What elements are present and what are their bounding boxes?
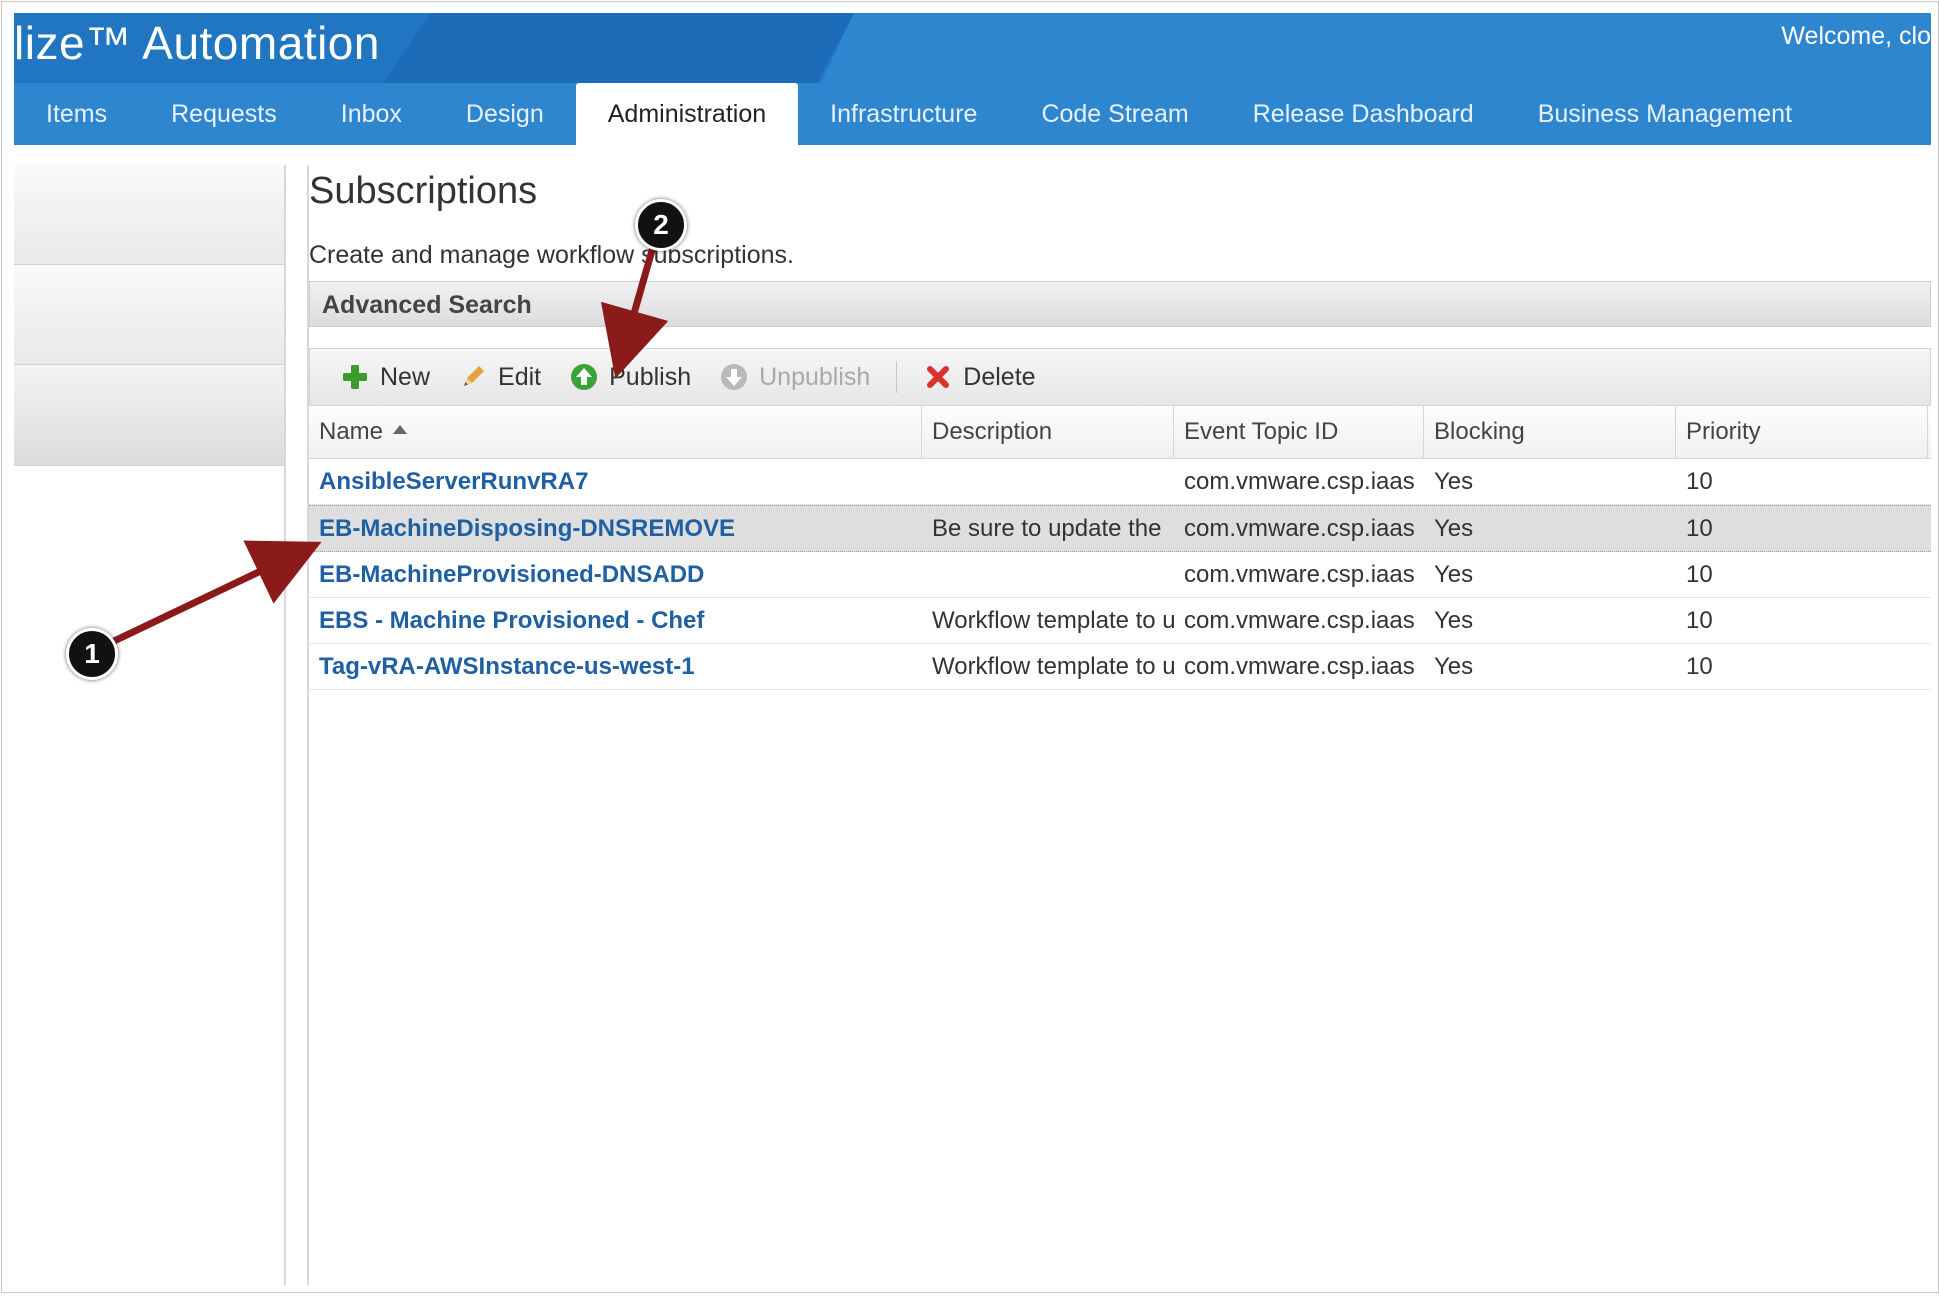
left-panel-item[interactable] bbox=[14, 265, 284, 365]
column-header-description[interactable]: Description bbox=[922, 406, 1174, 458]
main-nav: Items Requests Inbox Design Administrati… bbox=[14, 83, 1824, 145]
app-header: lize™ Automation Welcome, clo Items Requ… bbox=[14, 13, 1931, 145]
app-brand: lize™ Automation bbox=[14, 17, 380, 69]
main-content: Subscriptions Create and manage workflow… bbox=[307, 165, 1933, 1285]
edit-label: Edit bbox=[498, 362, 542, 391]
subscription-name-link[interactable]: EB-MachineDisposing-DNSREMOVE bbox=[309, 506, 922, 551]
cell-priority: 10 bbox=[1686, 468, 1713, 495]
column-header-label: Name bbox=[319, 418, 384, 445]
table-row[interactable]: EB-MachineProvisioned-DNSADD com.vmware.… bbox=[309, 552, 1931, 598]
cell-blocking: Yes bbox=[1434, 653, 1474, 680]
grid-header: Name Description Event Topic ID Blocking… bbox=[309, 406, 1931, 459]
column-header-blocking[interactable]: Blocking bbox=[1424, 406, 1676, 458]
page-description: Create and manage workflow subscriptions… bbox=[309, 241, 794, 269]
cell-blocking: Yes bbox=[1434, 515, 1474, 542]
sort-ascending-icon bbox=[393, 425, 408, 435]
cell-description: Workflow template to u bbox=[932, 653, 1174, 680]
subscription-name-link[interactable]: Tag-vRA-AWSInstance-us-west-1 bbox=[309, 644, 922, 689]
edit-button[interactable]: Edit bbox=[444, 357, 555, 397]
column-header-priority[interactable]: Priority bbox=[1676, 406, 1928, 458]
delete-x-icon bbox=[927, 366, 950, 388]
new-label: New bbox=[380, 362, 431, 391]
advanced-search-toggle[interactable]: Advanced Search bbox=[309, 281, 1931, 327]
cell-blocking: Yes bbox=[1434, 561, 1474, 588]
delete-button[interactable]: Delete bbox=[909, 357, 1049, 397]
publish-button[interactable]: Publish bbox=[555, 357, 705, 397]
unpublish-button[interactable]: Unpublish bbox=[705, 357, 884, 397]
new-button[interactable]: New bbox=[326, 357, 444, 397]
tab-release-dashboard[interactable]: Release Dashboard bbox=[1221, 83, 1506, 145]
header-decoration-dark bbox=[384, 13, 854, 83]
subscription-name-link[interactable]: EB-MachineProvisioned-DNSADD bbox=[309, 552, 922, 597]
publish-label: Publish bbox=[609, 362, 692, 391]
browser-frame: lize™ Automation Welcome, clo Items Requ… bbox=[1, 1, 1939, 1293]
tab-administration[interactable]: Administration bbox=[575, 83, 799, 145]
subscriptions-grid: Name Description Event Topic ID Blocking… bbox=[309, 406, 1931, 690]
cell-description bbox=[922, 552, 1174, 597]
column-header-event-topic[interactable]: Event Topic ID bbox=[1174, 406, 1424, 458]
cell-blocking: Yes bbox=[1434, 607, 1474, 634]
cell-description bbox=[922, 459, 1174, 504]
cell-event-topic: com.vmware.csp.iaas bbox=[1184, 653, 1415, 680]
tab-items[interactable]: Items bbox=[14, 83, 139, 145]
cell-event-topic: com.vmware.csp.iaas bbox=[1184, 561, 1415, 588]
cell-priority: 10 bbox=[1686, 607, 1713, 634]
cell-priority: 10 bbox=[1686, 561, 1713, 588]
tab-code-stream[interactable]: Code Stream bbox=[1009, 83, 1220, 145]
cell-blocking: Yes bbox=[1434, 468, 1474, 495]
tab-business-management[interactable]: Business Management bbox=[1506, 83, 1824, 145]
grid-toolbar: New Edit Publish Unpublish Delete bbox=[309, 348, 1931, 406]
cell-priority: 10 bbox=[1686, 515, 1713, 542]
pencil-icon bbox=[464, 366, 485, 386]
subscription-name-link[interactable]: EBS - Machine Provisioned - Chef bbox=[309, 598, 922, 643]
table-row[interactable]: Tag-vRA-AWSInstance-us-west-1 Workflow t… bbox=[309, 644, 1931, 690]
delete-label: Delete bbox=[963, 362, 1036, 391]
arrow-up-circle-icon bbox=[571, 364, 598, 390]
callout-badge-1: 1 bbox=[66, 628, 118, 680]
arrow-down-circle-icon bbox=[721, 364, 748, 390]
cell-event-topic: com.vmware.csp.iaas bbox=[1184, 515, 1415, 542]
left-panel-item[interactable] bbox=[14, 365, 284, 466]
cell-event-topic: com.vmware.csp.iaas bbox=[1184, 468, 1415, 495]
subscription-name-link[interactable]: AnsibleServerRunvRA7 bbox=[309, 459, 922, 504]
welcome-text[interactable]: Welcome, clo bbox=[1781, 13, 1931, 59]
callout-badge-2: 2 bbox=[635, 199, 687, 251]
left-panel-item[interactable] bbox=[14, 165, 284, 265]
cell-priority: 10 bbox=[1686, 653, 1713, 680]
left-panel bbox=[14, 165, 286, 1285]
table-row[interactable]: EBS - Machine Provisioned - Chef Workflo… bbox=[309, 598, 1931, 644]
cell-description: Workflow template to u bbox=[932, 607, 1174, 634]
unpublish-label: Unpublish bbox=[759, 362, 871, 391]
table-row-selected[interactable]: EB-MachineDisposing-DNSREMOVE Be sure to… bbox=[309, 505, 1931, 552]
tab-inbox[interactable]: Inbox bbox=[309, 83, 434, 145]
plus-icon bbox=[343, 365, 367, 389]
tab-design[interactable]: Design bbox=[434, 83, 576, 145]
toolbar-separator bbox=[896, 361, 898, 393]
column-header-name[interactable]: Name bbox=[309, 406, 922, 458]
tab-infrastructure[interactable]: Infrastructure bbox=[798, 83, 1009, 145]
page-title: Subscriptions bbox=[309, 170, 538, 212]
cell-description: Be sure to update the bbox=[932, 515, 1162, 542]
tab-requests[interactable]: Requests bbox=[139, 83, 309, 145]
table-row[interactable]: AnsibleServerRunvRA7 com.vmware.csp.iaas… bbox=[309, 459, 1931, 505]
cell-event-topic: com.vmware.csp.iaas bbox=[1184, 607, 1415, 634]
